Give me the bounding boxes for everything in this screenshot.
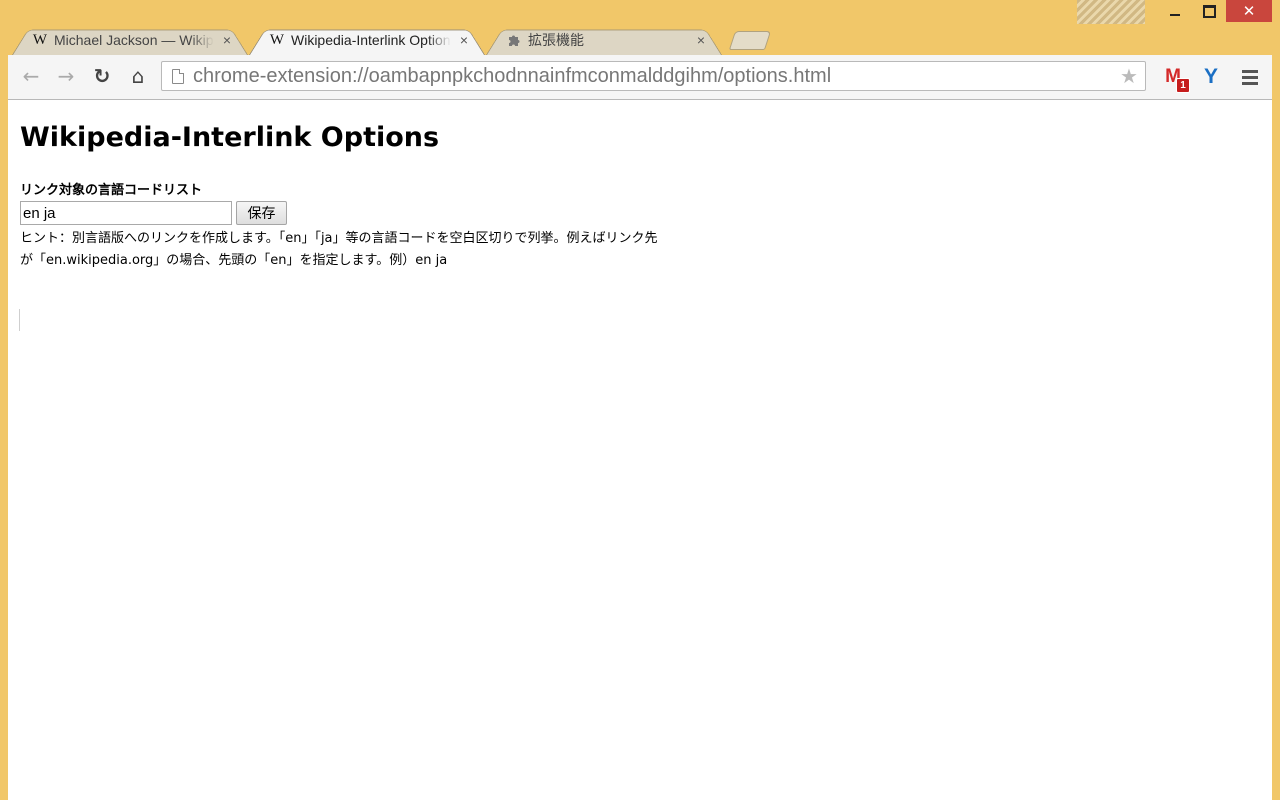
y-extension-button[interactable]: Y xyxy=(1198,64,1224,90)
window-controls: ✕ xyxy=(1158,0,1272,26)
language-codes-input[interactable] xyxy=(20,201,232,225)
back-arrow-icon: ← xyxy=(22,64,40,88)
back-button[interactable]: ← xyxy=(18,63,44,89)
address-bar[interactable]: chrome-extension://oambapnpkchodnnainfmc… xyxy=(161,61,1146,91)
tab-close-icon[interactable]: × xyxy=(694,32,708,48)
language-list-label: リンク対象の言語コードリスト xyxy=(20,183,203,198)
tab-wikipedia-interlink-options[interactable]: W Wikipedia-Interlink Options × xyxy=(249,25,485,55)
close-icon: ✕ xyxy=(1242,2,1256,20)
tab-title: 拡張機能 xyxy=(528,32,584,48)
tab-extensions[interactable]: 拡張機能 × xyxy=(486,25,722,55)
titlebar-decoration xyxy=(1077,0,1145,24)
reload-button[interactable]: ↻ xyxy=(89,63,115,89)
reload-icon: ↻ xyxy=(93,64,111,88)
tab-michael-jackson[interactable]: W Michael Jackson — Wikipedia × xyxy=(12,25,248,55)
hint-text: ヒント：別言語版へのリンクを作成します。「en」「ja」等の言語コードを空白区切… xyxy=(20,228,760,272)
forward-button[interactable]: → xyxy=(53,63,79,89)
forward-arrow-icon: → xyxy=(57,64,75,88)
wikipedia-favicon-icon: W xyxy=(32,31,48,48)
tab-close-icon[interactable]: × xyxy=(220,32,234,48)
save-button[interactable]: 保存 xyxy=(236,201,287,225)
menu-bar-icon xyxy=(1242,81,1258,85)
browser-toolbar: ← → ↻ ⌂ chrome-extension://oambapnpkchod… xyxy=(8,55,1272,100)
tab-close-icon[interactable]: × xyxy=(457,32,471,48)
close-window-button[interactable]: ✕ xyxy=(1226,0,1272,22)
maximize-button[interactable] xyxy=(1192,0,1226,22)
home-button[interactable]: ⌂ xyxy=(125,63,151,89)
minimize-button[interactable] xyxy=(1158,0,1192,22)
puzzle-icon xyxy=(506,32,522,48)
menu-bar-icon xyxy=(1242,69,1258,73)
y-extension-icon: Y xyxy=(1203,65,1218,88)
tab-title: Wikipedia-Interlink Options xyxy=(291,32,451,48)
gmail-extension-button[interactable]: M 1 xyxy=(1160,64,1190,93)
maximize-icon xyxy=(1202,4,1216,18)
browser-window: ✕ W Michael Jackson — Wikipedia × W Wiki… xyxy=(0,0,1280,800)
gmail-icon: M 1 xyxy=(1162,67,1190,93)
menu-bar-icon xyxy=(1242,75,1258,79)
home-icon: ⌂ xyxy=(131,64,145,88)
tab-title: Michael Jackson — Wikipedia xyxy=(54,32,214,48)
hint-line-2: が「en.wikipedia.org」の場合、先頭の「en」を指定します。例）e… xyxy=(20,253,448,268)
chrome-menu-button[interactable] xyxy=(1237,64,1263,90)
new-tab-button[interactable] xyxy=(728,31,772,50)
text-caret xyxy=(19,309,20,331)
unread-count-badge: 1 xyxy=(1176,78,1190,93)
hint-line-1: ヒント：別言語版へのリンクを作成します。「en」「ja」等の言語コードを空白区切… xyxy=(20,231,658,246)
page-title: Wikipedia-Interlink Options xyxy=(20,122,440,153)
url-text[interactable]: chrome-extension://oambapnpkchodnnainfmc… xyxy=(193,65,1117,88)
minimize-icon xyxy=(1170,14,1180,16)
bookmark-star-icon[interactable]: ★ xyxy=(1117,64,1141,88)
wikipedia-favicon-icon: W xyxy=(269,31,285,48)
page-content: Wikipedia-Interlink Options リンク対象の言語コードリ… xyxy=(8,100,1272,800)
page-icon xyxy=(172,68,184,84)
